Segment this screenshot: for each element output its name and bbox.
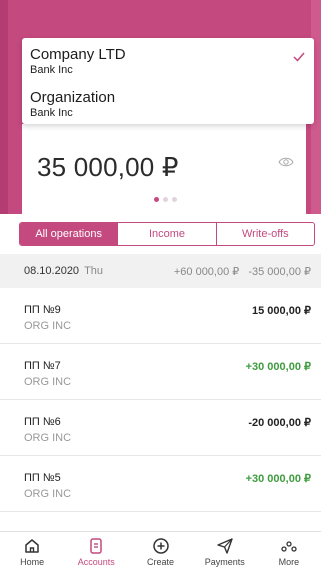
nav-home-label: Home bbox=[20, 557, 45, 567]
day-date: 08.10.2020 bbox=[24, 265, 80, 277]
bottom-navigation: Home Accounts Create Payments More bbox=[0, 531, 321, 572]
day-weekday: Thu bbox=[84, 265, 104, 277]
account-option-name: Company LTD bbox=[30, 46, 126, 63]
header-edge-left bbox=[0, 0, 8, 214]
checkmark-icon bbox=[293, 52, 305, 62]
carousel-indicator bbox=[154, 197, 177, 202]
operation-amount: +30 000,00 ₽ bbox=[245, 361, 311, 373]
carousel-dot bbox=[163, 197, 168, 202]
tab-all-operations[interactable]: All operations bbox=[20, 223, 118, 245]
accounts-icon bbox=[90, 538, 103, 554]
operation-counterparty: ORG INC bbox=[24, 488, 72, 500]
account-option-bank: Bank Inc bbox=[30, 64, 73, 76]
nav-accounts-label: Accounts bbox=[77, 557, 115, 567]
eye-icon[interactable] bbox=[278, 156, 294, 168]
home-icon bbox=[25, 539, 39, 553]
operation-row[interactable]: ПП №5 ORG INC +30 000,00 ₽ bbox=[0, 456, 321, 512]
nav-accounts[interactable]: Accounts bbox=[64, 532, 128, 572]
operation-amount: +30 000,00 ₽ bbox=[245, 473, 311, 485]
nav-more-label: More bbox=[278, 557, 300, 567]
operation-row[interactable]: ПП №9 ORG INC 15 000,00 ₽ bbox=[0, 288, 321, 344]
account-option-organization[interactable]: Organization Bank Inc bbox=[30, 89, 115, 120]
operations-filter: All operations Income Write-offs bbox=[19, 222, 315, 246]
day-writeoff-total: -35 000,00 ₽ bbox=[248, 265, 311, 278]
create-icon bbox=[152, 538, 169, 554]
tab-write-offs[interactable]: Write-offs bbox=[215, 223, 314, 245]
carousel-dot bbox=[154, 197, 159, 202]
nav-create[interactable]: Create bbox=[128, 532, 192, 572]
operation-row[interactable]: ПП №7 ORG INC +30 000,00 ₽ bbox=[0, 344, 321, 400]
operation-title: ПП №9 bbox=[24, 304, 61, 316]
operation-amount: 15 000,00 ₽ bbox=[252, 305, 311, 317]
balance-card[interactable]: 35 000,00 ₽ bbox=[22, 124, 306, 214]
nav-create-label: Create bbox=[147, 557, 175, 567]
balance-amount: 35 000,00 ₽ bbox=[37, 152, 179, 182]
operations-list: ПП №9 ORG INC 15 000,00 ₽ ПП №7 ORG INC … bbox=[0, 288, 321, 512]
account-picker-dropdown: Company LTD Bank Inc Organization Bank I… bbox=[22, 38, 314, 124]
operation-row[interactable]: ПП №6 ORG INC -20 000,00 ₽ bbox=[0, 400, 321, 456]
nav-payments[interactable]: Payments bbox=[193, 532, 257, 572]
operation-title: ПП №6 bbox=[24, 416, 61, 428]
account-option-name: Organization bbox=[30, 89, 116, 106]
carousel-dot bbox=[172, 197, 177, 202]
operation-amount: -20 000,00 ₽ bbox=[248, 417, 311, 429]
nav-payments-label: Payments bbox=[204, 557, 245, 567]
day-income-total: +60 000,00 ₽ bbox=[173, 265, 240, 278]
tab-income[interactable]: Income bbox=[117, 223, 215, 245]
operation-title: ПП №7 bbox=[24, 360, 61, 372]
day-totals: +60 000,00 ₽ -35 000,00 ₽ bbox=[174, 265, 311, 278]
operation-title: ПП №5 bbox=[24, 472, 61, 484]
nav-more[interactable]: More bbox=[257, 532, 321, 572]
operation-counterparty: ORG INC bbox=[24, 432, 72, 444]
account-option-company[interactable]: Company LTD Bank Inc bbox=[30, 46, 126, 77]
account-option-bank: Bank Inc bbox=[30, 107, 73, 119]
payments-icon bbox=[217, 538, 233, 554]
more-icon bbox=[281, 541, 297, 552]
day-group-header: 08.10.2020 Thu +60 000,00 ₽ -35 000,00 ₽ bbox=[0, 254, 321, 288]
operation-counterparty: ORG INC bbox=[24, 376, 72, 388]
nav-home[interactable]: Home bbox=[0, 532, 64, 572]
operation-counterparty: ORG INC bbox=[24, 320, 72, 332]
